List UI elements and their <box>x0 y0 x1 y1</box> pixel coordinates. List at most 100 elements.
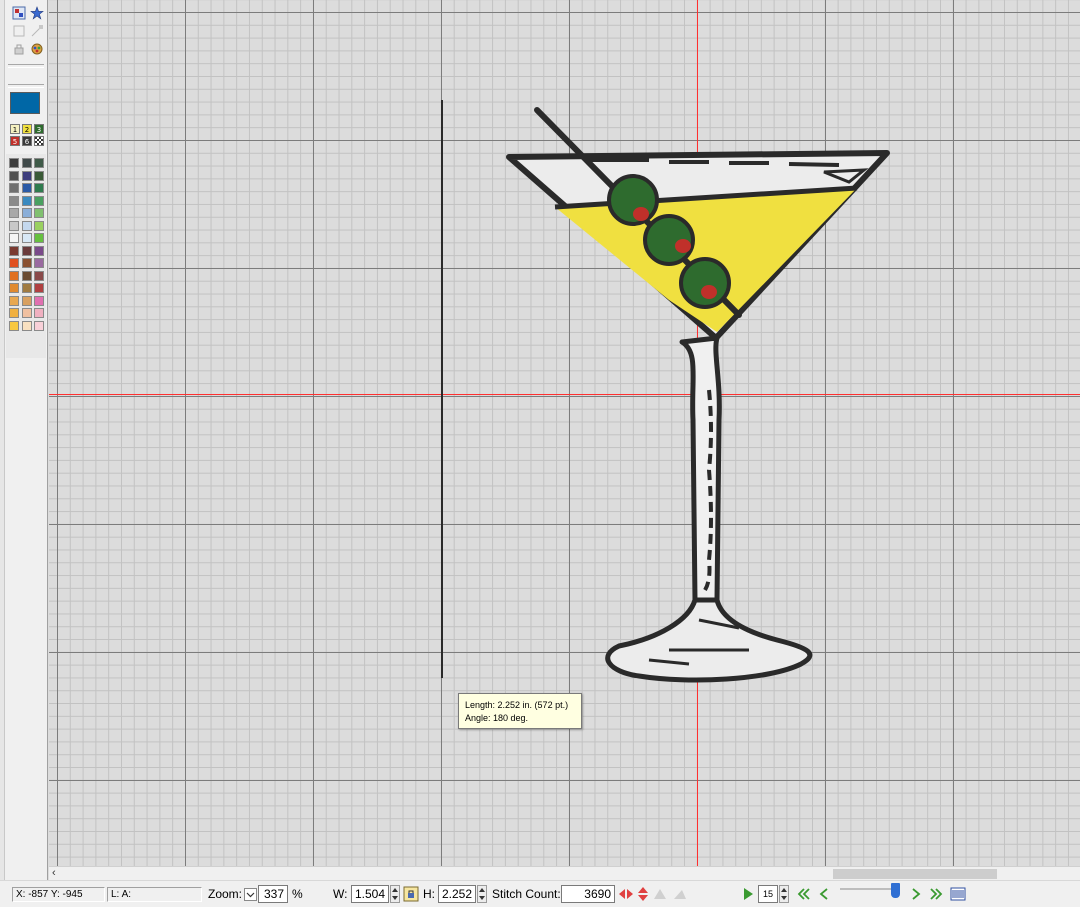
scroll-left-arrow-icon[interactable]: ‹ <box>52 867 62 881</box>
palette-swatch[interactable] <box>9 258 19 268</box>
color-picker-icon[interactable] <box>30 42 44 56</box>
palette-swatch[interactable] <box>21 233 32 243</box>
palette-swatch[interactable] <box>34 158 44 168</box>
step-forward-icon[interactable] <box>908 886 924 902</box>
mirror-vertical-icon[interactable] <box>635 886 651 902</box>
zoom-label: Zoom: <box>208 887 243 901</box>
fast-forward-icon[interactable] <box>928 886 944 902</box>
palette-swatch[interactable] <box>34 283 44 293</box>
glass-stem <box>679 335 722 603</box>
palette-swatch[interactable] <box>34 208 44 218</box>
glass-base <box>605 597 813 683</box>
scrollbar-thumb[interactable] <box>833 869 997 879</box>
layer-indicator: L: A: <box>107 887 202 902</box>
palette-swatch[interactable] <box>21 195 32 206</box>
width-stepper[interactable] <box>390 885 400 903</box>
palette-swatch[interactable] <box>9 208 19 218</box>
palette-swatch[interactable] <box>21 183 32 193</box>
speed-stepper[interactable] <box>779 885 789 903</box>
step-back-icon[interactable] <box>816 886 832 902</box>
palette-swatch[interactable] <box>21 308 32 318</box>
palette-swatch[interactable] <box>34 308 44 318</box>
palette-swatch[interactable] <box>9 195 19 206</box>
pimento-3 <box>701 285 717 299</box>
no-color-slot-icon[interactable] <box>34 136 44 146</box>
palette-swatch[interactable] <box>21 283 32 293</box>
rotate-right-icon[interactable] <box>672 886 688 902</box>
zoom-dropdown-icon[interactable] <box>244 888 257 901</box>
color-slot-6[interactable]: 6 <box>22 136 32 146</box>
tooltip-angle: Angle: 180 deg. <box>465 713 529 723</box>
play-icon[interactable] <box>740 886 756 902</box>
palette-swatch[interactable] <box>9 320 19 331</box>
martini-embroidery-design[interactable] <box>49 0 1080 866</box>
toolbar-separator <box>8 64 44 68</box>
zoom-input[interactable]: 337 <box>258 885 288 903</box>
node-tool-icon[interactable] <box>30 24 44 38</box>
color-slot-5[interactable]: 5 <box>10 136 20 146</box>
palette-swatch[interactable] <box>9 308 19 318</box>
design-canvas[interactable]: Length: 2.252 in. (572 pt.) Angle: 180 d… <box>49 0 1080 866</box>
palette-swatch[interactable] <box>9 295 19 306</box>
stitch-slider-thumb[interactable] <box>891 883 900 898</box>
color-slot-2[interactable]: 2 <box>22 124 32 134</box>
palette-swatch[interactable] <box>21 170 32 181</box>
transform-tool-icon[interactable] <box>12 24 26 38</box>
cursor-coordinates: X: -857 Y: -945 <box>12 887 105 902</box>
palette-swatch[interactable] <box>9 158 19 168</box>
palette-swatch[interactable] <box>9 220 19 231</box>
select-tool-icon[interactable] <box>12 6 26 20</box>
palette-swatch[interactable] <box>34 220 44 231</box>
mirror-horizontal-icon[interactable] <box>618 886 634 902</box>
left-tool-panel: 1 2 3 5 6 <box>0 0 48 880</box>
palette-swatch[interactable] <box>34 320 44 331</box>
palette-swatch[interactable] <box>34 270 44 281</box>
lock-proportions-icon[interactable] <box>403 886 419 902</box>
horizontal-scrollbar[interactable]: ‹ <box>49 866 1080 881</box>
tooltip-length: Length: 2.252 in. (572 pt.) <box>465 700 569 710</box>
palette-swatch[interactable] <box>34 183 44 193</box>
palette-swatch[interactable] <box>9 283 19 293</box>
pimento-2 <box>675 239 691 253</box>
measure-tooltip: Length: 2.252 in. (572 pt.) Angle: 180 d… <box>458 693 582 729</box>
olive-1 <box>607 174 659 226</box>
zoom-unit: % <box>292 887 303 901</box>
palette-swatch[interactable] <box>9 170 19 181</box>
color-slot-3[interactable]: 3 <box>34 124 44 134</box>
palette-swatch[interactable] <box>34 195 44 206</box>
width-label: W: <box>333 887 348 901</box>
width-input[interactable]: 1.504 <box>351 885 389 903</box>
rotate-left-icon[interactable] <box>652 886 668 902</box>
color-slot-1[interactable]: 1 <box>10 124 20 134</box>
panel-edge <box>0 0 5 880</box>
palette-swatch[interactable] <box>34 295 44 306</box>
palette-swatch[interactable] <box>21 220 32 231</box>
lock-tool-icon[interactable] <box>12 42 26 56</box>
palette-swatch[interactable] <box>21 295 32 306</box>
status-bar: X: -857 Y: -945 L: A: Zoom: 337 % W: 1.5… <box>0 880 1080 907</box>
palette-swatch[interactable] <box>9 245 19 256</box>
palette-swatch[interactable] <box>21 270 32 281</box>
rewind-icon[interactable] <box>796 886 812 902</box>
palette-swatch[interactable] <box>9 183 19 193</box>
palette-swatch[interactable] <box>21 320 32 331</box>
height-input[interactable]: 2.252 <box>438 885 476 903</box>
palette-swatch[interactable] <box>34 245 44 256</box>
palette-swatch[interactable] <box>34 233 44 243</box>
palette-swatch[interactable] <box>21 245 32 256</box>
speed-input[interactable]: 15 <box>758 885 778 903</box>
palette-swatch[interactable] <box>34 258 44 268</box>
palette-swatch[interactable] <box>21 208 32 218</box>
star-tool-icon[interactable] <box>30 6 44 20</box>
toolbar-separator <box>8 84 44 88</box>
palette-swatch[interactable] <box>9 270 19 281</box>
palette-swatch[interactable] <box>21 158 32 168</box>
stitch-player-icon[interactable] <box>950 886 966 902</box>
current-thread-color-button[interactable] <box>10 92 40 114</box>
olive-3 <box>679 257 731 309</box>
palette-swatch[interactable] <box>34 170 44 181</box>
height-stepper[interactable] <box>477 885 487 903</box>
stitch-count-value: 3690 <box>561 885 615 903</box>
palette-swatch[interactable] <box>21 258 32 268</box>
palette-swatch[interactable] <box>9 233 19 243</box>
